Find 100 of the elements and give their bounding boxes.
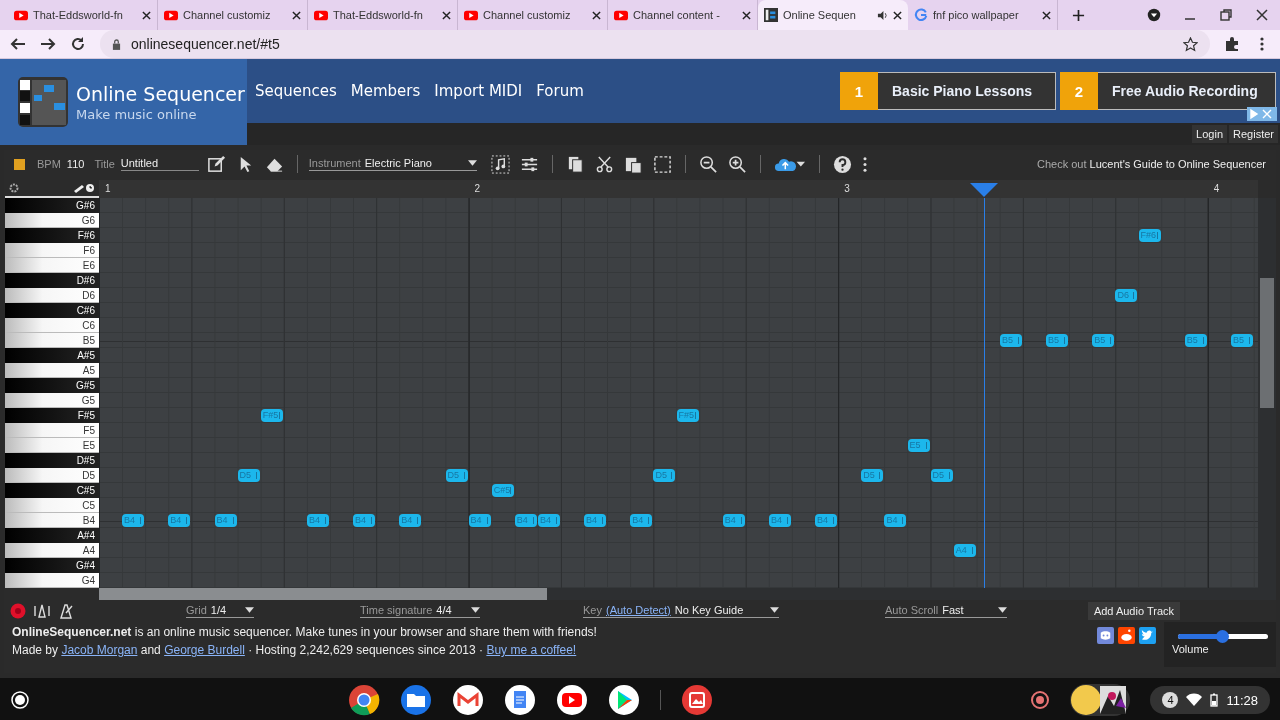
record-icon[interactable] bbox=[10, 603, 26, 619]
piano-key[interactable]: F5 bbox=[5, 423, 99, 438]
piano-key[interactable]: D#5 bbox=[5, 453, 99, 468]
gallery-app-icon[interactable] bbox=[680, 684, 713, 716]
zoom-in-icon[interactable] bbox=[727, 154, 747, 174]
alien-icon[interactable] bbox=[1118, 627, 1135, 644]
logo-icon[interactable] bbox=[18, 77, 68, 127]
piano-key[interactable]: A4 bbox=[5, 543, 99, 558]
speaker-icon[interactable] bbox=[877, 9, 888, 21]
add-audio-track-button[interactable]: Add Audio Track bbox=[1087, 602, 1180, 620]
setting-dropdown[interactable]: Auto Scroll Fast bbox=[885, 604, 1007, 618]
volume-slider-thumb[interactable] bbox=[1216, 630, 1229, 643]
caret-icon bbox=[471, 607, 480, 613]
bar-number: 2 bbox=[474, 183, 481, 194]
piano-key[interactable]: E5 bbox=[5, 438, 99, 453]
guide-link[interactable]: Lucent's Guide to Online Sequencer bbox=[1089, 158, 1266, 170]
zoom-out-icon[interactable] bbox=[698, 154, 718, 174]
piano-key[interactable]: A5 bbox=[5, 363, 99, 378]
chat-icon[interactable] bbox=[1097, 627, 1114, 644]
piano-key[interactable]: G#4 bbox=[5, 558, 99, 573]
launcher-icon[interactable] bbox=[10, 690, 30, 710]
piano-key[interactable]: G#5 bbox=[5, 378, 99, 393]
account-link[interactable]: Login bbox=[1192, 125, 1228, 143]
scissors-icon[interactable] bbox=[594, 154, 614, 174]
close-icon[interactable] bbox=[893, 10, 902, 20]
screen-record-icon[interactable] bbox=[1030, 690, 1051, 710]
new-tab-icon[interactable] bbox=[1072, 8, 1085, 22]
piano-key[interactable]: B5 bbox=[5, 333, 99, 348]
metronome-icon[interactable] bbox=[34, 603, 50, 619]
piano-key[interactable]: F#6 bbox=[5, 228, 99, 243]
close-icon[interactable] bbox=[592, 10, 601, 20]
piano-key[interactable]: C6 bbox=[5, 318, 99, 333]
piano-key[interactable]: F6 bbox=[5, 243, 99, 258]
mail-app-icon[interactable] bbox=[451, 684, 484, 716]
nav-link[interactable]: Members bbox=[350, 82, 421, 100]
credit-link[interactable]: Jacob Morgan bbox=[61, 643, 138, 657]
close-icon[interactable] bbox=[292, 10, 301, 20]
browser-tab[interactable]: Online Sequen bbox=[758, 0, 908, 30]
piano-key[interactable]: G5 bbox=[5, 393, 99, 408]
pencil-clock-icon[interactable] bbox=[73, 183, 95, 193]
reload-icon[interactable] bbox=[70, 36, 86, 52]
folder-app-icon[interactable] bbox=[399, 684, 432, 716]
piano-key[interactable]: C#5 bbox=[5, 483, 99, 498]
address-field[interactable]: onlinesequencer.net/#t5 bbox=[100, 30, 1210, 58]
piano-key[interactable]: F#5 bbox=[5, 408, 99, 423]
selection-icon[interactable] bbox=[652, 154, 672, 174]
note-box-icon[interactable] bbox=[490, 154, 510, 174]
close-icon[interactable] bbox=[1042, 10, 1051, 20]
ad-banner[interactable]: 1 Basic Piano Lessons bbox=[840, 72, 1056, 110]
nav-link[interactable]: Sequences bbox=[255, 82, 337, 100]
site-title[interactable]: Online Sequencer bbox=[76, 82, 245, 105]
setting-dropdown[interactable]: Grid 1/4 bbox=[186, 604, 254, 618]
browser-app-icon[interactable] bbox=[347, 684, 380, 716]
forward-icon[interactable] bbox=[40, 36, 56, 52]
piano-key[interactable]: G4 bbox=[5, 573, 99, 588]
puzzle-icon[interactable] bbox=[1224, 36, 1240, 52]
setting-dropdown[interactable]: Time signature 4/4 bbox=[360, 604, 480, 618]
piano-key[interactable]: C5 bbox=[5, 498, 99, 513]
metronome-icon[interactable] bbox=[58, 603, 74, 619]
settings-icon[interactable] bbox=[9, 183, 19, 193]
piano-key[interactable]: D6 bbox=[5, 288, 99, 303]
piano-key[interactable]: E6 bbox=[5, 258, 99, 273]
nav-link[interactable]: Import MIDI bbox=[434, 82, 523, 100]
video-app-icon[interactable] bbox=[555, 684, 588, 716]
instrument-dropdown[interactable]: Instrument Electric Piano bbox=[308, 157, 477, 171]
dropdown-icon[interactable] bbox=[1147, 8, 1161, 22]
piano-key[interactable]: C#6 bbox=[5, 303, 99, 318]
credit-link[interactable]: Buy me a coffee! bbox=[486, 643, 577, 657]
bookmark-star-icon[interactable] bbox=[1183, 36, 1198, 52]
piano-key[interactable]: D#6 bbox=[5, 273, 99, 288]
color-swatch[interactable] bbox=[14, 158, 25, 170]
setting-dropdown[interactable]: Key (Auto Detect) No Key Guide bbox=[583, 604, 779, 618]
document-app-icon[interactable] bbox=[503, 684, 536, 716]
title-field[interactable]: Untitled bbox=[120, 157, 199, 171]
piano-key[interactable]: A#5 bbox=[5, 348, 99, 363]
account-link[interactable]: Register bbox=[1229, 125, 1278, 143]
back-icon[interactable] bbox=[10, 36, 26, 52]
vertical-scrollbar[interactable] bbox=[1258, 198, 1276, 588]
help-icon[interactable] bbox=[832, 154, 852, 174]
piano-key[interactable]: A#4 bbox=[5, 528, 99, 543]
bpm-label: BPM bbox=[37, 158, 61, 170]
status-tray[interactable]: 4 11:28 bbox=[1150, 686, 1270, 714]
piano-key[interactable]: D5 bbox=[5, 468, 99, 483]
bird-icon[interactable] bbox=[1139, 627, 1156, 644]
close-icon[interactable] bbox=[442, 10, 451, 20]
store-app-icon[interactable] bbox=[607, 684, 640, 716]
horizontal-scrollbar[interactable] bbox=[99, 588, 1276, 600]
more-icon[interactable] bbox=[861, 154, 868, 174]
pencil-icon[interactable] bbox=[206, 154, 226, 174]
close-icon[interactable] bbox=[142, 10, 151, 20]
nav-link[interactable]: Forum bbox=[536, 82, 584, 100]
bpm-field[interactable]: 110 bbox=[66, 158, 85, 170]
credit-link[interactable]: George Burdell bbox=[164, 643, 245, 657]
piano-key[interactable]: G#6 bbox=[5, 198, 99, 213]
close-icon[interactable] bbox=[742, 10, 751, 20]
piano-key[interactable]: B4 bbox=[5, 513, 99, 528]
restore-icon[interactable] bbox=[1219, 8, 1233, 22]
ad-banner[interactable]: 2 Free Audio Recording bbox=[1060, 72, 1276, 110]
piano-key[interactable]: G6 bbox=[5, 213, 99, 228]
close-icon[interactable] bbox=[1255, 8, 1269, 22]
